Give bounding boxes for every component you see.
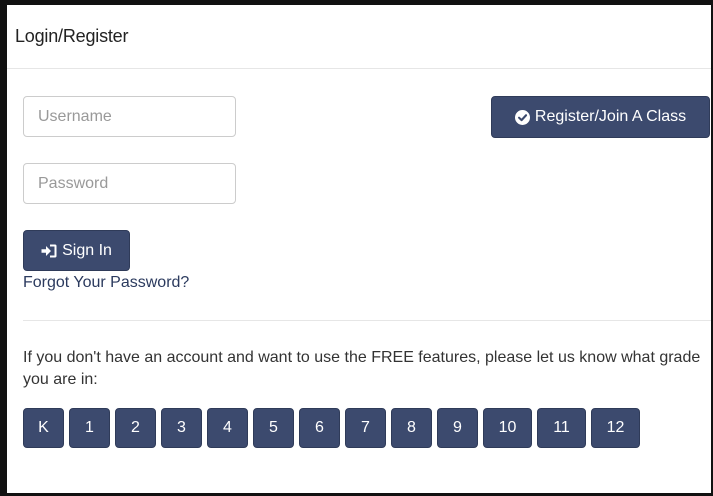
grade-button-1[interactable]: 1 <box>69 408 110 448</box>
username-input[interactable] <box>23 96 236 137</box>
grade-button-3[interactable]: 3 <box>161 408 202 448</box>
sign-in-icon <box>41 244 57 258</box>
grade-button-group: K 1 2 3 4 5 6 7 8 9 10 11 12 <box>23 408 645 448</box>
sign-in-button[interactable]: Sign In <box>23 230 130 271</box>
login-register-panel: Login/Register Register/Join A Class Sig… <box>0 0 713 496</box>
free-features-info-text: If you don't have an account and want to… <box>23 349 701 388</box>
password-input[interactable] <box>23 163 236 204</box>
register-join-class-button[interactable]: Register/Join A Class <box>491 96 710 138</box>
grade-button-8[interactable]: 8 <box>391 408 432 448</box>
register-button-label: Register/Join A Class <box>534 108 687 125</box>
grade-button-10[interactable]: 10 <box>483 408 532 448</box>
grade-button-9[interactable]: 9 <box>437 408 478 448</box>
grade-button-12[interactable]: 12 <box>591 408 640 448</box>
grade-button-11[interactable]: 11 <box>537 408 586 448</box>
check-circle-icon <box>514 109 530 125</box>
grade-button-2[interactable]: 2 <box>115 408 156 448</box>
page-title: Login/Register <box>15 26 129 46</box>
grade-button-4[interactable]: 4 <box>207 408 248 448</box>
section-divider <box>23 320 711 321</box>
forgot-password-link[interactable]: Forgot Your Password? <box>23 274 189 292</box>
grade-button-7[interactable]: 7 <box>345 408 386 448</box>
panel-header: Login/Register <box>7 5 711 69</box>
grade-button-5[interactable]: 5 <box>253 408 294 448</box>
grade-button-6[interactable]: 6 <box>299 408 340 448</box>
sign-in-label: Sign In <box>62 241 112 259</box>
grade-button-k[interactable]: K <box>23 408 64 448</box>
